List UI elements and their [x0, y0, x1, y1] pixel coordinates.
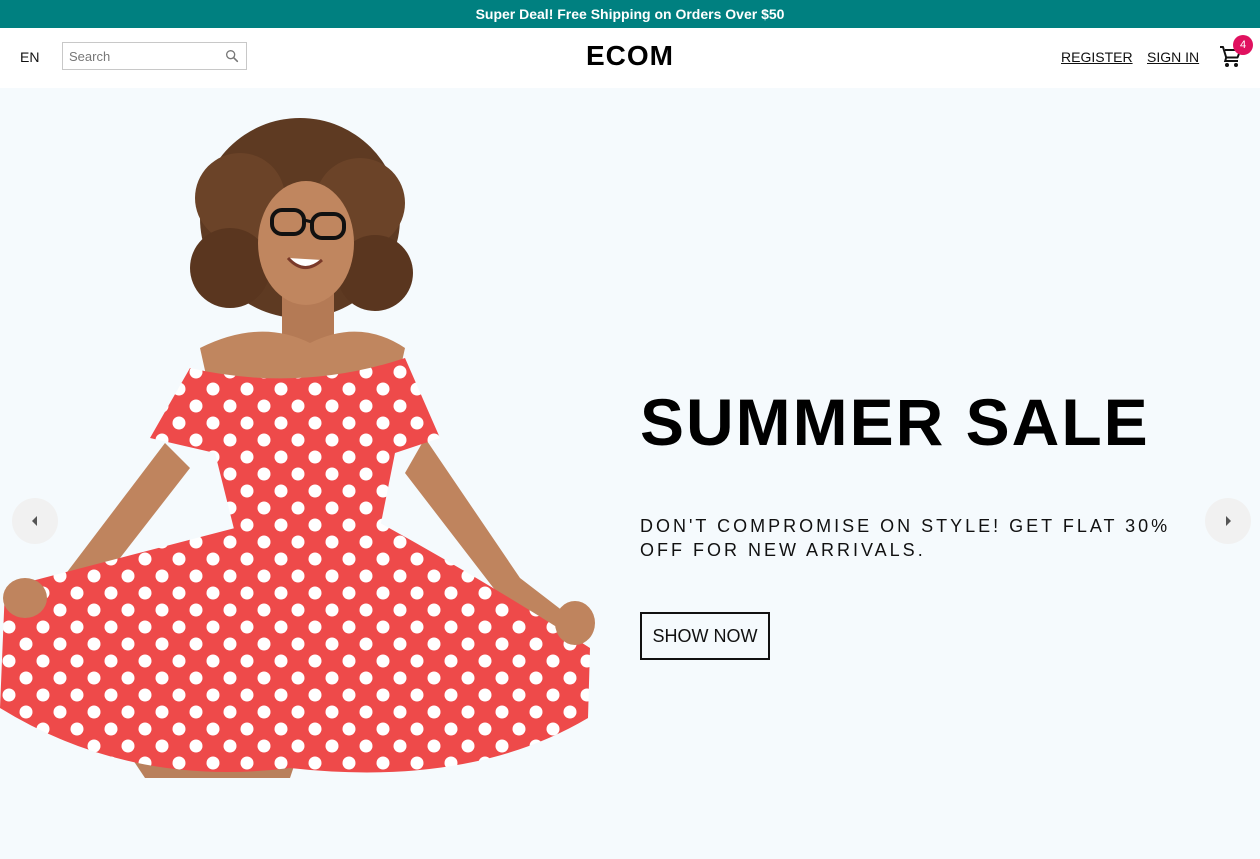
register-link[interactable]: REGISTER	[1061, 49, 1133, 65]
hero-description: DON'T COMPROMISE ON STYLE! GET FLAT 30% …	[640, 516, 1171, 560]
navbar: EN ECOM REGISTER SIGN IN 4	[0, 28, 1260, 88]
prev-slide-button[interactable]	[12, 498, 58, 544]
arrow-left-icon	[32, 516, 37, 526]
search-icon[interactable]	[224, 48, 240, 64]
announcement-bar: Super Deal! Free Shipping on Orders Over…	[0, 0, 1260, 28]
arrow-right-icon	[1226, 516, 1231, 526]
language-selector[interactable]: EN	[20, 49, 39, 65]
search-input[interactable]	[69, 47, 219, 65]
announcement-text: Super Deal! Free Shipping on Orders Over…	[475, 6, 785, 22]
search-box	[62, 42, 247, 70]
show-now-button[interactable]: SHOW NOW	[640, 612, 770, 660]
next-slide-button[interactable]	[1205, 498, 1251, 544]
brand-logo[interactable]: ECOM	[586, 40, 674, 71]
hero-slider: SUMMER SALE DON'T COMPROMISE ON STYLE! G…	[0, 88, 1260, 859]
hero-title: SUMMER SALE	[640, 385, 1150, 459]
sign-in-link[interactable]: SIGN IN	[1147, 49, 1199, 65]
cart-count-badge: 4	[1233, 35, 1253, 55]
hero-image	[0, 118, 595, 778]
